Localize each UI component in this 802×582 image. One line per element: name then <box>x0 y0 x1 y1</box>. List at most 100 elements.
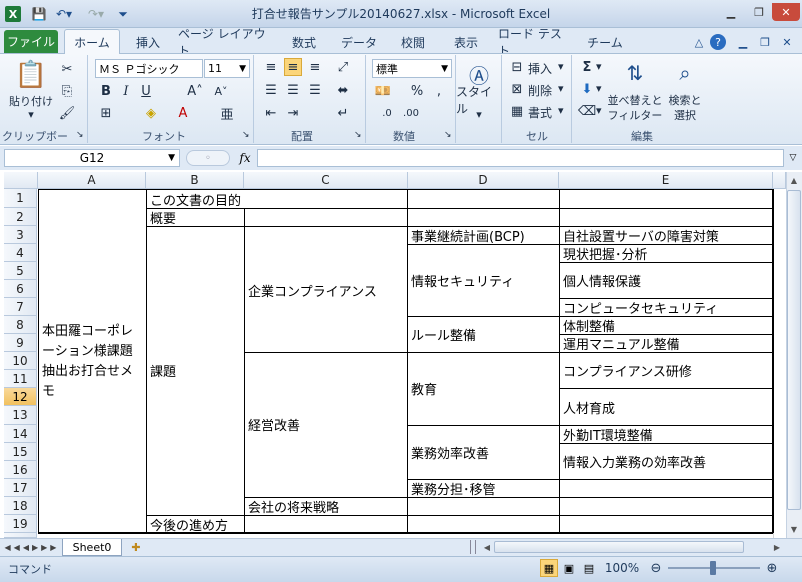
align-left-icon[interactable]: ☰ <box>262 81 280 99</box>
cell-c18[interactable]: 会社の将来戦略 <box>245 498 407 515</box>
column-header-c[interactable]: C <box>244 172 408 189</box>
column-header-b[interactable]: B <box>146 172 244 189</box>
align-center-icon[interactable]: ☰ <box>284 81 302 99</box>
sort-filter-label-line1[interactable]: 並べ替えと <box>606 93 664 107</box>
row-header-19[interactable]: 19 <box>4 515 37 533</box>
cell-b19[interactable]: 今後の進め方 <box>147 516 267 533</box>
row-header-13[interactable]: 13 <box>4 406 37 425</box>
column-header-f[interactable] <box>773 172 786 189</box>
vertical-scroll-thumb[interactable] <box>787 190 801 510</box>
decrease-decimal-icon[interactable]: .00 <box>402 104 420 122</box>
autosum-icon[interactable]: Σ <box>578 58 596 76</box>
doc-close-icon[interactable]: ✕ <box>778 33 796 51</box>
sheet-tab-sheet0[interactable]: Sheet0 <box>62 539 122 556</box>
find-select-icon[interactable]: ⌕ <box>668 58 702 88</box>
column-header-a[interactable]: A <box>38 172 146 189</box>
horizontal-scroll-thumb[interactable] <box>494 541 744 553</box>
fill-dropdown-icon[interactable]: ▾ <box>596 82 602 95</box>
paste-dropdown-icon[interactable]: ▾ <box>24 108 38 121</box>
formula-bar-expand-icon[interactable]: ▽ <box>786 149 800 167</box>
tab-page-layout[interactable]: ページ レイアウト <box>178 27 274 58</box>
row-header-2[interactable]: 2 <box>4 208 37 226</box>
row-header-14[interactable]: 14 <box>4 425 37 443</box>
doc-restore-icon[interactable]: ❐ <box>756 33 774 51</box>
cell-d-rules[interactable]: ルール整備 <box>408 324 559 344</box>
zoom-in-icon[interactable]: ⊕ <box>764 560 780 576</box>
restore-icon[interactable]: ❐ <box>746 3 772 21</box>
cell-b-issues[interactable]: 課題 <box>147 360 243 380</box>
cell-a-title[interactable]: 本田羅コーポレーション様課題抽出お打合せメモ <box>39 322 145 402</box>
column-header-e[interactable]: E <box>559 172 773 189</box>
row-header-4[interactable]: 4 <box>4 244 37 262</box>
cell-d-efficiency[interactable]: 業務効率改善 <box>408 442 559 462</box>
sheet-nav-icons[interactable]: ◀◀◀▶▶▶ <box>4 540 60 554</box>
row-header-12[interactable]: 12 <box>4 388 37 406</box>
phonetic-icon[interactable]: 亜 <box>218 104 236 123</box>
font-color-icon[interactable]: A <box>174 104 192 122</box>
select-all-corner[interactable] <box>4 172 38 189</box>
clear-dropdown-icon[interactable]: ▾ <box>596 104 602 117</box>
number-launcher-icon[interactable]: ↘ <box>444 130 452 140</box>
number-format-select[interactable]: 標準 ▼ <box>372 59 452 78</box>
cell-e4[interactable]: 現状把握･分析 <box>560 245 772 262</box>
tab-formulas[interactable]: 数式 <box>282 33 326 51</box>
insert-sheet-icon[interactable]: ✚ <box>126 540 146 554</box>
delete-cells-icon[interactable]: ⊠ <box>508 80 526 98</box>
tab-split-handle[interactable] <box>470 540 476 554</box>
ribbon-minimize-icon[interactable]: △ <box>690 33 708 51</box>
paste-icon[interactable]: 📋 <box>15 58 47 92</box>
help-icon[interactable]: ? <box>710 34 726 50</box>
row-header-18[interactable]: 18 <box>4 497 37 515</box>
style-button-label[interactable]: スタイル <box>456 85 502 116</box>
bold-icon[interactable]: B <box>97 82 115 100</box>
row-header-10[interactable]: 10 <box>4 352 37 370</box>
format-cells-icon[interactable]: ▦ <box>508 102 526 120</box>
normal-view-icon[interactable]: ▦ <box>540 559 558 577</box>
shrink-font-icon[interactable]: A˅ <box>212 82 230 100</box>
page-layout-view-icon[interactable]: ▣ <box>560 559 578 577</box>
tab-load-test[interactable]: ロード テスト <box>498 27 568 58</box>
accounting-format-icon[interactable]: 💴 <box>374 82 392 100</box>
cell-e-privacy[interactable]: 個人情報保護 <box>560 270 772 290</box>
tab-team[interactable]: チーム <box>582 33 628 51</box>
format-cells-label[interactable]: 書式 <box>528 104 552 121</box>
align-top-icon[interactable]: ≡ <box>262 58 280 76</box>
align-middle-icon[interactable]: ≡ <box>284 58 302 76</box>
sort-filter-icon[interactable]: ⇅ <box>618 58 652 88</box>
cell-b2[interactable]: 概要 <box>147 209 243 226</box>
find-select-label-line2[interactable]: 選択 <box>662 108 708 122</box>
row-header-17[interactable]: 17 <box>4 479 37 497</box>
scroll-down-icon[interactable]: ▼ <box>787 522 801 537</box>
grow-font-icon[interactable]: A˄ <box>186 82 204 100</box>
cell-e7[interactable]: コンピュータセキュリティ <box>560 299 772 316</box>
clear-icon[interactable]: ⌫ <box>578 102 596 120</box>
fill-color-icon[interactable]: ◈ <box>142 104 160 122</box>
paste-button-label[interactable]: 貼り付け <box>6 94 56 108</box>
delete-cells-label[interactable]: 削除 <box>528 82 552 99</box>
fill-icon[interactable]: ⬇ <box>578 80 596 98</box>
comma-style-icon[interactable]: , <box>430 82 448 100</box>
sort-filter-label-line2[interactable]: フィルター <box>606 108 664 122</box>
cell-d-education[interactable]: 教育 <box>408 378 559 398</box>
decrease-indent-icon[interactable]: ⇤ <box>262 104 280 122</box>
cut-icon[interactable]: ✂ <box>58 60 76 78</box>
cell-c-management[interactable]: 経営改善 <box>245 414 407 434</box>
increase-decimal-icon[interactable]: .0 <box>378 104 396 122</box>
cell-d-infosec[interactable]: 情報セキュリティ <box>408 270 559 290</box>
cell-b1[interactable]: この文書の目的 <box>147 190 307 209</box>
cell-d17[interactable]: 業務分担･移管 <box>408 480 559 497</box>
italic-icon[interactable]: I <box>117 82 135 100</box>
formula-input[interactable] <box>257 149 784 167</box>
find-select-label-line1[interactable]: 検索と <box>662 93 708 107</box>
column-f-area[interactable] <box>773 189 786 538</box>
align-bottom-icon[interactable]: ≡ <box>306 58 324 76</box>
cell-e9[interactable]: 運用マニュアル整備 <box>560 335 772 352</box>
scroll-left-icon[interactable]: ◀ <box>480 540 494 554</box>
cell-e-input-efficiency[interactable]: 情報入力業務の効率改善 <box>560 451 772 471</box>
cell-e-hr[interactable]: 人材育成 <box>560 397 772 417</box>
copy-icon[interactable]: ⎘ <box>58 82 76 100</box>
cell-e14[interactable]: 外勤IT環境整備 <box>560 426 772 443</box>
format-dropdown-icon[interactable]: ▾ <box>558 104 564 117</box>
underline-icon[interactable]: U <box>137 82 155 100</box>
column-header-d[interactable]: D <box>408 172 559 189</box>
